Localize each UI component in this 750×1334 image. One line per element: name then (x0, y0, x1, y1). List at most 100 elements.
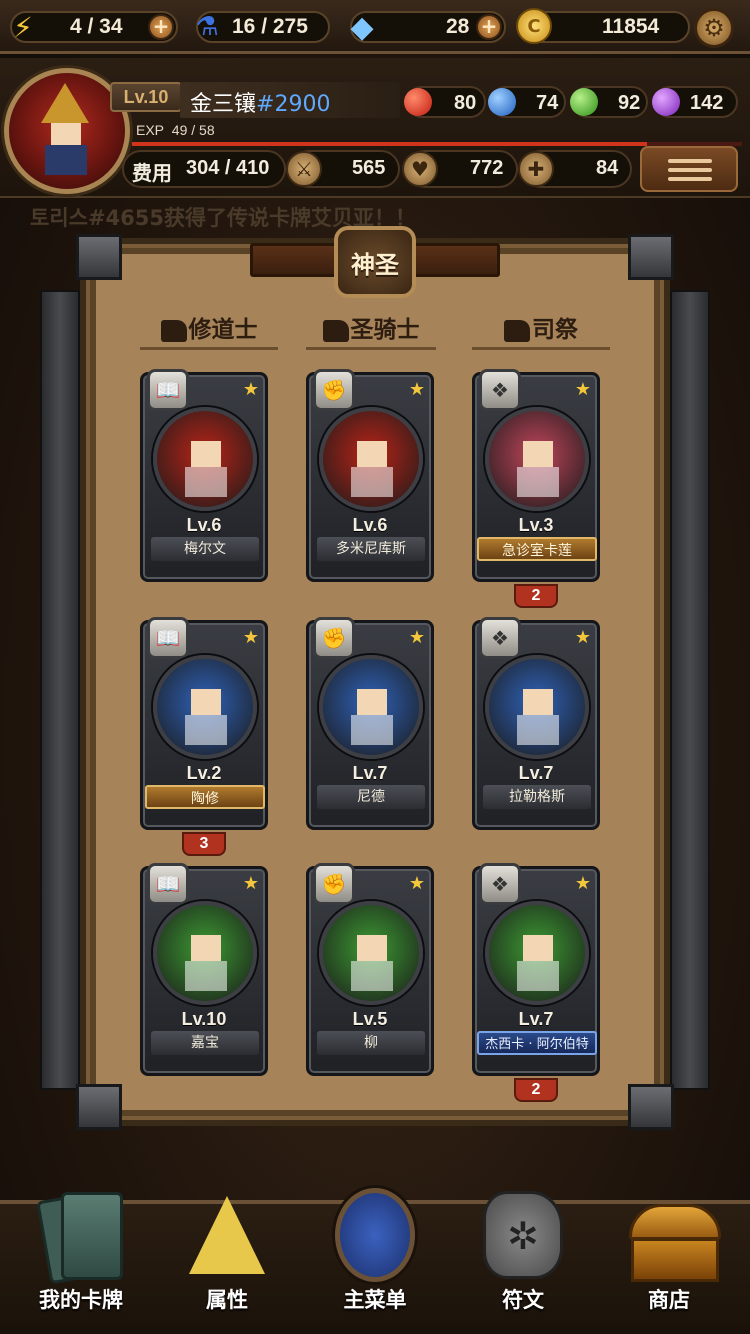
card-name: 拉勒格斯 (483, 785, 591, 809)
red-orb-icon (404, 88, 432, 116)
player-level-badge: Lv.10 (110, 82, 182, 112)
card-level: Lv.7 (518, 1009, 554, 1029)
chest-lid (629, 1204, 721, 1240)
character-body (185, 467, 227, 497)
character-portrait (153, 655, 257, 759)
add-energy-button[interactable]: + (148, 14, 174, 40)
exp-readout: EXP 49 / 58 (136, 122, 215, 138)
character-body (351, 715, 393, 745)
class-badge-icon: 📖 (147, 863, 189, 905)
character-body (351, 467, 393, 497)
character-body (517, 715, 559, 745)
character-body (185, 715, 227, 745)
menu-line (668, 177, 712, 181)
column-header-paladin: 圣骑士 (306, 310, 436, 350)
emblem-icon (335, 1188, 415, 1282)
player-tag: #2900 (256, 92, 331, 117)
character-card[interactable]: 📖 ★ Lv.10 嘉宝 (140, 863, 268, 1076)
player-name-box[interactable]: 金三镶#2900 (180, 82, 400, 118)
blue-orb-icon (488, 88, 516, 116)
character-portrait (485, 407, 589, 511)
character-face (357, 689, 387, 715)
nav-label: 商店 (648, 1288, 690, 1312)
character-card[interactable]: 📖 ★ Lv.2 陶修 (140, 617, 268, 830)
rune-stone: ✲ (483, 1191, 563, 1279)
chest-body (631, 1238, 719, 1282)
crystal-shape (189, 1196, 265, 1274)
fist-icon (322, 319, 349, 342)
nav-shop[interactable]: 商店 (604, 1180, 734, 1330)
character-portrait (153, 901, 257, 1005)
character-card[interactable]: ❖ ★ Lv.3 急诊室卡莲 (472, 369, 600, 582)
nav-label: 符文 (502, 1288, 544, 1312)
duplicate-count-badge: 3 (182, 832, 226, 856)
card-name: 柳 (317, 1031, 425, 1055)
character-portrait (319, 407, 423, 511)
panel-title: 神圣 (351, 250, 399, 279)
nav-label: 我的卡牌 (39, 1288, 123, 1312)
card-level: Lv.7 (518, 763, 554, 783)
star-icon: ★ (574, 627, 591, 648)
nav-runes[interactable]: ✲ 符文 (458, 1180, 588, 1330)
book-icon (160, 319, 187, 342)
star-icon: ★ (574, 379, 591, 400)
card-level: Lv.5 (352, 1009, 388, 1029)
nav-my-cards[interactable]: 我的卡牌 (16, 1180, 146, 1330)
class-badge-icon: 📖 (147, 369, 189, 411)
treasure-chest-icon (629, 1190, 721, 1282)
nav-attributes[interactable]: 属性 (162, 1180, 292, 1330)
card-level: Lv.7 (352, 763, 388, 783)
class-badge-icon: ❖ (479, 617, 521, 659)
potion-icon: ⚗ (195, 12, 219, 42)
star-icon: ★ (408, 873, 425, 894)
character-card[interactable]: ✊ ★ Lv.7 尼德 (306, 617, 434, 830)
gem-value: 28 (446, 15, 470, 38)
character-card[interactable]: ✊ ★ Lv.5 柳 (306, 863, 434, 1076)
attack-value: 565 (352, 157, 386, 179)
panel-corner (628, 234, 674, 280)
potion-counter: ⚗ 16 / 275 (195, 11, 330, 43)
character-card[interactable]: 📖 ★ Lv.6 梅尔文 (140, 369, 268, 582)
heal-value: 84 (596, 157, 619, 179)
card-stack-front (61, 1192, 123, 1280)
avatar-robe (45, 145, 87, 175)
nav-label: 属性 (206, 1288, 248, 1312)
heart-icon: ♥ (402, 151, 438, 187)
card-name: 多米尼库斯 (317, 537, 425, 561)
character-body (351, 961, 393, 991)
class-badge-icon: ✊ (313, 863, 355, 905)
card-name: 陶修 (145, 785, 265, 809)
nav-main-menu[interactable]: 主菜单 (310, 1180, 440, 1330)
character-face (357, 935, 387, 961)
character-portrait (319, 655, 423, 759)
energy-value: 4 / 34 (70, 15, 123, 38)
menu-line (668, 168, 712, 172)
star-icon: ★ (408, 627, 425, 648)
duplicate-count-badge: 2 (514, 1078, 558, 1102)
card-name: 杰西卡 · 阿尔伯特 (477, 1031, 597, 1055)
panel-title-emblem: 神圣 (334, 226, 416, 298)
column-header-monk: 修道士 (140, 310, 278, 350)
cards-icon (36, 1190, 123, 1285)
card-level: Lv.6 (186, 515, 222, 535)
character-portrait (153, 407, 257, 511)
energy-counter: ⚡ 4 / 34 + (10, 11, 178, 44)
rune-stone-icon: ✲ (483, 1190, 563, 1280)
character-face (523, 689, 553, 715)
gold-value: 11854 (602, 15, 660, 38)
nav-label: 主菜单 (343, 1288, 407, 1312)
settings-gear-icon[interactable]: ⚙ (694, 8, 734, 48)
emblem-disc (335, 1188, 415, 1282)
add-gems-button[interactable]: + (476, 14, 502, 40)
class-badge-icon: ❖ (479, 863, 521, 905)
character-card[interactable]: ❖ ★ Lv.7 拉勒格斯 (472, 617, 600, 830)
card-name: 嘉宝 (151, 1031, 259, 1055)
panel-corner (76, 234, 122, 280)
green-orb-icon (570, 88, 598, 116)
blue-orb-value: 74 (536, 92, 559, 114)
character-card[interactable]: ❖ ★ Lv.7 杰西卡 · 阿尔伯特 (472, 863, 600, 1076)
wizard-hat-icon (41, 83, 89, 123)
card-level: Lv.2 (186, 763, 222, 783)
character-card[interactable]: ✊ ★ Lv.6 多米尼库斯 (306, 369, 434, 582)
hamburger-menu-button[interactable] (640, 146, 738, 192)
